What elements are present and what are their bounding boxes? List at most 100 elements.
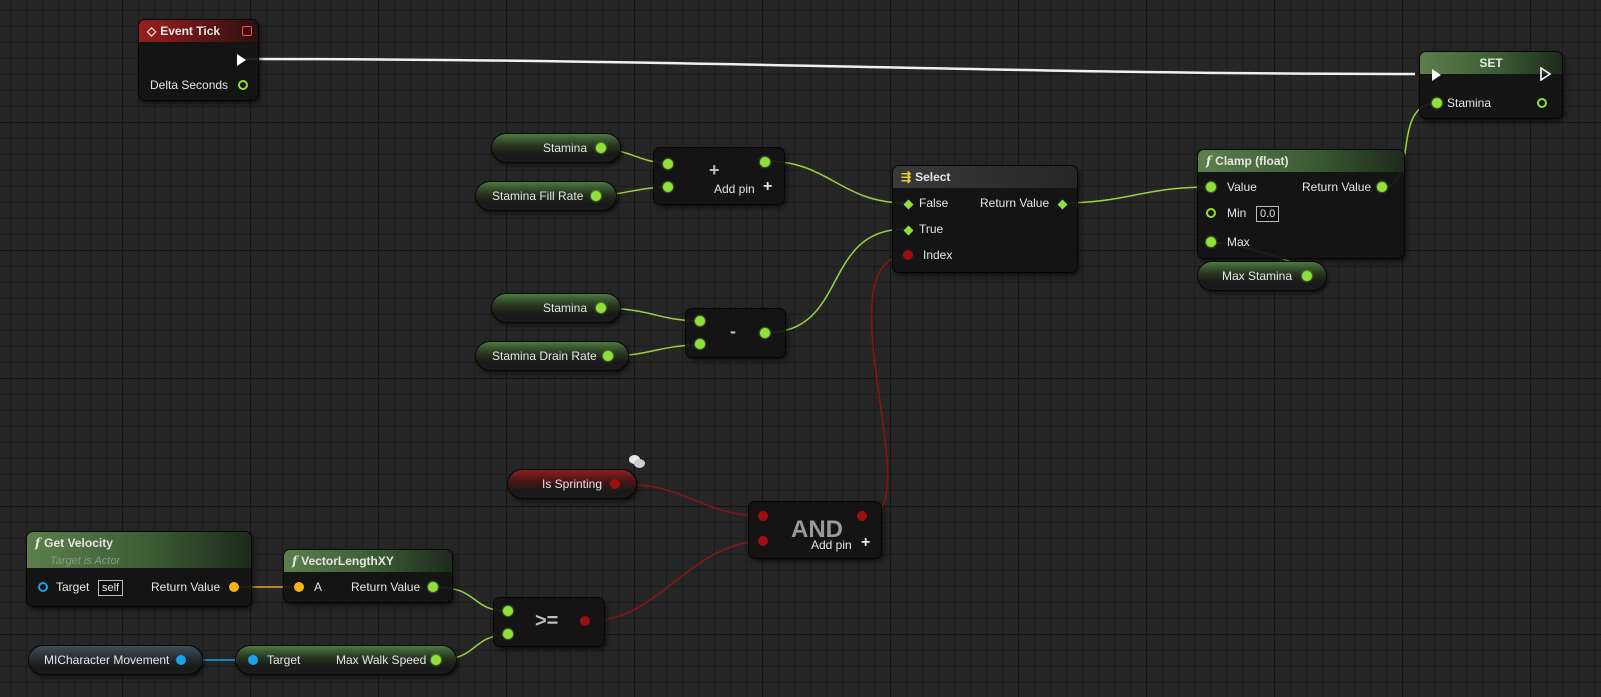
exec-wire — [244, 57, 1416, 76]
is-sprinting-pin[interactable] — [610, 479, 620, 489]
subtract-float-node[interactable]: - — [686, 309, 785, 357]
select-true-pin[interactable] — [903, 225, 914, 236]
add-input-b-pin[interactable] — [663, 182, 673, 192]
select-false-pin[interactable] — [903, 199, 914, 210]
get-velocity-target-self[interactable]: self — [98, 580, 124, 596]
select-false-label: False — [919, 196, 949, 210]
add-float-node[interactable]: + Add pin + — [654, 148, 784, 204]
clamp-min-pin[interactable] — [1206, 208, 1216, 218]
event-tick-close-icon[interactable] — [242, 26, 252, 36]
max-walk-speed-pin[interactable] — [431, 655, 441, 665]
clamp-node-header: f Clamp (float) — [1198, 150, 1404, 172]
vector-length-title: VectorLengthXY — [301, 554, 394, 568]
plus-icon[interactable]: + — [763, 178, 772, 196]
stamina-fill-rate-pin[interactable] — [591, 191, 601, 201]
event-tick-header: ◇ Event Tick — [139, 20, 258, 42]
stamina-variable-label: Stamina — [543, 141, 588, 155]
set-stamina-label: Stamina — [1447, 96, 1492, 110]
gte-input-a-pin[interactable] — [503, 606, 513, 616]
max-walk-speed-target-label: Target — [267, 653, 301, 667]
comment-bubble-icon[interactable] — [629, 455, 645, 469]
set-stamina-input-pin[interactable] — [1432, 98, 1442, 108]
max-stamina-label: Max Stamina — [1222, 269, 1293, 283]
set-node-title: SET — [1479, 56, 1503, 70]
gte-input-b-pin[interactable] — [503, 629, 513, 639]
clamp-value-pin[interactable] — [1206, 182, 1216, 192]
and-plus-icon[interactable]: + — [861, 534, 870, 552]
vector-length-header: f VectorLengthXY — [284, 550, 452, 572]
clamp-return-value-pin[interactable] — [1377, 182, 1387, 192]
clamp-float-node[interactable]: f Clamp (float) Value Return Value Min 0.… — [1198, 150, 1404, 258]
stamina-variable-getter-2[interactable]: Stamina — [492, 294, 620, 322]
max-walk-speed-getter[interactable]: Target Max Walk Speed — [236, 646, 456, 674]
vector-length-return-label: Return Value — [351, 580, 421, 594]
clamp-max-pin[interactable] — [1206, 237, 1216, 247]
and-input-a-pin[interactable] — [758, 511, 768, 521]
and-boolean-node[interactable]: AND Add pin + — [749, 502, 881, 558]
set-stamina-output-pin[interactable] — [1537, 98, 1547, 108]
max-stamina-pin[interactable] — [1302, 271, 1312, 281]
exec-output-pin[interactable] — [237, 54, 246, 66]
stamina-drain-rate-pin[interactable] — [603, 351, 613, 361]
subtract-operator-symbol: - — [730, 321, 736, 341]
set-exec-output-pin[interactable] — [1540, 67, 1552, 81]
max-walk-speed-target-pin[interactable] — [248, 655, 258, 665]
vector-length-xy-node[interactable]: f VectorLengthXY A Return Value — [284, 550, 452, 602]
wire-add-to-select-false — [764, 160, 907, 204]
greater-equal-node[interactable]: >= — [494, 598, 604, 646]
stamina-variable-label-2: Stamina — [543, 301, 588, 315]
vector-length-function-icon: f — [292, 554, 298, 568]
subtract-output-pin[interactable] — [760, 328, 770, 338]
clamp-node-title: Clamp (float) — [1215, 154, 1289, 168]
get-velocity-target-pin[interactable] — [38, 582, 48, 592]
and-output-pin[interactable] — [857, 511, 867, 521]
and-input-b-pin[interactable] — [758, 536, 768, 546]
wire-sub-to-select-true — [764, 228, 907, 334]
add-pin-button-label[interactable]: Add pin — [714, 182, 755, 196]
stamina-variable-pin[interactable] — [596, 143, 606, 153]
clamp-return-value-label: Return Value — [1302, 180, 1372, 194]
stamina-variable-getter[interactable]: Stamina — [492, 134, 620, 162]
clamp-min-input[interactable]: 0.0 — [1256, 206, 1280, 222]
event-diamond-icon: ◇ — [147, 24, 157, 38]
wire-gte-to-and — [589, 540, 766, 622]
get-velocity-title: Get Velocity — [44, 536, 113, 550]
clamp-value-label: Value — [1227, 180, 1257, 194]
wire-issprinting-to-and — [619, 483, 766, 517]
is-sprinting-label: Is Sprinting — [542, 477, 603, 491]
and-add-pin-label[interactable]: Add pin — [811, 538, 852, 552]
gte-operator-symbol: >= — [535, 610, 559, 632]
delta-seconds-pin[interactable] — [238, 80, 248, 90]
wire-and-to-index — [866, 254, 907, 516]
character-movement-getter[interactable]: MICharacter Movement — [29, 646, 202, 674]
get-velocity-return-pin[interactable] — [229, 582, 239, 592]
character-movement-pin[interactable] — [176, 655, 186, 665]
subtract-input-b-pin[interactable] — [695, 339, 705, 349]
max-stamina-getter[interactable]: Max Stamina — [1198, 262, 1326, 290]
stamina-drain-rate-getter[interactable]: Stamina Drain Rate — [476, 342, 628, 370]
stamina-fill-rate-getter[interactable]: Stamina Fill Rate — [476, 182, 616, 210]
stamina-drain-rate-label: Stamina Drain Rate — [492, 349, 597, 363]
vector-length-a-pin[interactable] — [294, 582, 304, 592]
select-index-pin[interactable] — [903, 250, 913, 260]
event-tick-node[interactable]: ◇ Event Tick Delta Seconds — [139, 20, 258, 100]
get-velocity-subtitle: Target is Actor — [50, 555, 121, 567]
subtract-input-a-pin[interactable] — [695, 316, 705, 326]
vector-length-a-label: A — [314, 580, 323, 594]
set-stamina-node[interactable]: SET Stamina — [1420, 52, 1562, 118]
select-return-value-pin[interactable] — [1057, 199, 1068, 210]
add-input-a-pin[interactable] — [663, 159, 673, 169]
character-movement-label: MICharacter Movement — [44, 653, 170, 667]
stamina-variable-pin-2[interactable] — [596, 303, 606, 313]
set-exec-input-pin[interactable] — [1432, 69, 1441, 81]
select-node[interactable]: ⇶ Select False Return Value True Index — [893, 166, 1077, 272]
is-sprinting-getter[interactable]: Is Sprinting — [508, 470, 636, 498]
vector-length-return-pin[interactable] — [428, 582, 438, 592]
get-velocity-node[interactable]: f Get Velocity Target is Actor Target sel… — [27, 532, 251, 606]
clamp-min-label: Min — [1227, 206, 1247, 220]
add-operator-symbol: + — [709, 160, 720, 180]
gte-output-pin[interactable] — [580, 616, 590, 626]
add-output-pin[interactable] — [760, 157, 770, 167]
select-icon: ⇶ — [901, 170, 912, 184]
select-node-title: Select — [915, 170, 951, 184]
